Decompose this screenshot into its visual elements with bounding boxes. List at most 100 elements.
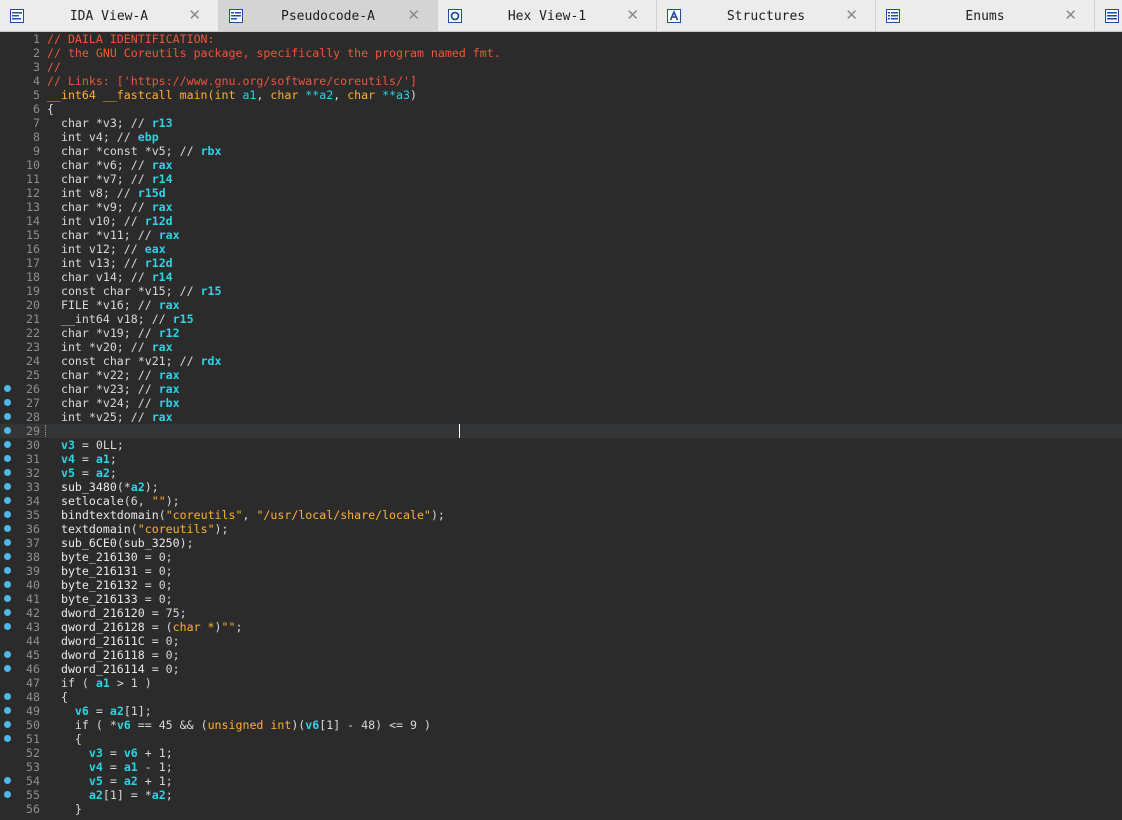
code-text[interactable]: char *v7; // r14: [47, 172, 173, 186]
code-line[interactable]: 25 char *v22; // rax: [0, 368, 1122, 382]
code-line[interactable]: 39 byte_216131 = 0;: [0, 564, 1122, 578]
code-line[interactable]: 22 char *v19; // r12: [0, 326, 1122, 340]
code-text[interactable]: v4 = a1;: [47, 452, 117, 466]
code-text[interactable]: v3 = v6 + 1;: [47, 746, 173, 760]
code-line[interactable]: 16 int v12; // eax: [0, 242, 1122, 256]
code-line[interactable]: 2 // the GNU Coreutils package, specifica…: [0, 46, 1122, 60]
code-text[interactable]: }: [47, 802, 82, 816]
code-text[interactable]: int v13; // r12d: [47, 256, 173, 270]
code-line[interactable]: 35 bindtextdomain("coreutils", "/usr/loc…: [0, 508, 1122, 522]
code-line[interactable]: 10 char *v6; // rax: [0, 158, 1122, 172]
tab-hex-view-1[interactable]: Hex View-1 ✕: [438, 0, 657, 31]
close-icon[interactable]: ✕: [1064, 7, 1077, 23]
code-text[interactable]: v3 = 0LL;: [47, 438, 124, 452]
pseudocode-editor[interactable]: 1 // DAILA IDENTIFICATION: 2 // the GNU Cor…: [0, 32, 1122, 820]
code-text[interactable]: bindtextdomain("coreutils", "/usr/local/…: [47, 508, 445, 522]
code-line[interactable]: 20 FILE *v16; // rax: [0, 298, 1122, 312]
code-text[interactable]: byte_216130 = 0;: [47, 550, 173, 564]
code-line[interactable]: 30 v3 = 0LL;: [0, 438, 1122, 452]
tab-overflow[interactable]: [1095, 0, 1122, 31]
code-line[interactable]: 36 textdomain("coreutils");: [0, 522, 1122, 536]
code-text[interactable]: v5 = a2;: [47, 466, 117, 480]
code-text[interactable]: dword_216118 = 0;: [47, 648, 180, 662]
code-line[interactable]: 27 char *v24; // rbx: [0, 396, 1122, 410]
code-text[interactable]: __int64 __fastcall main(int a1, char **a…: [47, 88, 417, 102]
code-text[interactable]: byte_216132 = 0;: [47, 578, 173, 592]
code-text[interactable]: char *v19; // r12: [47, 326, 180, 340]
code-line[interactable]: 47 if ( a1 > 1 ): [0, 676, 1122, 690]
code-text[interactable]: int *v20; // rax: [47, 340, 173, 354]
tab-ida-view-a[interactable]: IDA View-A ✕: [0, 0, 219, 31]
code-line[interactable]: 41 byte_216133 = 0;: [0, 592, 1122, 606]
code-line[interactable]: 44 dword_21611C = 0;: [0, 634, 1122, 648]
code-text[interactable]: // the GNU Coreutils package, specifical…: [47, 46, 501, 60]
code-line[interactable]: 21 __int64 v18; // r15: [0, 312, 1122, 326]
code-line[interactable]: 29: [0, 424, 1122, 438]
code-text[interactable]: dword_21611C = 0;: [47, 634, 180, 648]
code-text[interactable]: char *v9; // rax: [47, 200, 173, 214]
code-line[interactable]: 24 const char *v21; // rdx: [0, 354, 1122, 368]
code-text[interactable]: setlocale(6, "");: [47, 494, 180, 508]
code-text[interactable]: const char *v21; // rdx: [47, 354, 222, 368]
code-text[interactable]: char *const *v5; // rbx: [47, 144, 222, 158]
code-line[interactable]: 49 v6 = a2[1];: [0, 704, 1122, 718]
code-line[interactable]: 3 //: [0, 60, 1122, 74]
code-text[interactable]: // Links: ['https://www.gnu.org/software…: [47, 74, 417, 88]
code-line[interactable]: 19 const char *v15; // r15: [0, 284, 1122, 298]
code-line[interactable]: 8 int v4; // ebp: [0, 130, 1122, 144]
code-text[interactable]: char *v11; // rax: [47, 228, 180, 242]
code-line[interactable]: 42 dword_216120 = 75;: [0, 606, 1122, 620]
close-icon[interactable]: ✕: [188, 7, 201, 23]
code-line[interactable]: 37 sub_6CE0(sub_3250);: [0, 536, 1122, 550]
code-text[interactable]: textdomain("coreutils");: [47, 522, 229, 536]
code-text[interactable]: char *v23; // rax: [47, 382, 180, 396]
tab-enums[interactable]: Enums ✕: [876, 0, 1095, 31]
code-line[interactable]: 55 a2[1] = *a2;: [0, 788, 1122, 802]
code-text[interactable]: __int64 v18; // r15: [47, 312, 194, 326]
code-line[interactable]: 53 v4 = a1 - 1;: [0, 760, 1122, 774]
code-text[interactable]: v6 = a2[1];: [47, 704, 152, 718]
close-icon[interactable]: ✕: [407, 7, 420, 23]
code-line[interactable]: 31 v4 = a1;: [0, 452, 1122, 466]
code-text[interactable]: dword_216114 = 0;: [47, 662, 180, 676]
code-line[interactable]: 9 char *const *v5; // rbx: [0, 144, 1122, 158]
code-line[interactable]: 12 int v8; // r15d: [0, 186, 1122, 200]
code-line[interactable]: 40 byte_216132 = 0;: [0, 578, 1122, 592]
code-line[interactable]: 23 int *v20; // rax: [0, 340, 1122, 354]
code-text[interactable]: {: [47, 690, 68, 704]
code-text[interactable]: dword_216120 = 75;: [47, 606, 187, 620]
code-line[interactable]: 32 v5 = a2;: [0, 466, 1122, 480]
code-text[interactable]: v5 = a2 + 1;: [47, 774, 173, 788]
code-text[interactable]: char *v6; // rax: [47, 158, 173, 172]
code-line[interactable]: 11 char *v7; // r14: [0, 172, 1122, 186]
code-text[interactable]: char v14; // r14: [47, 270, 173, 284]
code-line[interactable]: 18 char v14; // r14: [0, 270, 1122, 284]
code-line[interactable]: 26 char *v23; // rax: [0, 382, 1122, 396]
code-line[interactable]: 6{: [0, 102, 1122, 116]
code-line[interactable]: 34 setlocale(6, "");: [0, 494, 1122, 508]
code-line[interactable]: 28 int *v25; // rax: [0, 410, 1122, 424]
code-line[interactable]: 4 // Links: ['https://www.gnu.org/softwar…: [0, 74, 1122, 88]
code-line[interactable]: 14 int v10; // r12d: [0, 214, 1122, 228]
code-text[interactable]: byte_216131 = 0;: [47, 564, 173, 578]
code-line[interactable]: 38 byte_216130 = 0;: [0, 550, 1122, 564]
code-text[interactable]: int v4; // ebp: [47, 130, 159, 144]
code-text[interactable]: sub_6CE0(sub_3250);: [47, 536, 194, 550]
code-text[interactable]: const char *v15; // r15: [47, 284, 222, 298]
code-line[interactable]: 43 qword_216128 = (char *)"";: [0, 620, 1122, 634]
code-text[interactable]: char *v3; // r13: [47, 116, 173, 130]
code-text[interactable]: int v12; // eax: [47, 242, 166, 256]
code-text[interactable]: if ( *v6 == 45 && (unsigned int)(v6[1] -…: [47, 718, 431, 732]
code-line[interactable]: 48 {: [0, 690, 1122, 704]
code-line[interactable]: 13 char *v9; // rax: [0, 200, 1122, 214]
code-text[interactable]: int v10; // r12d: [47, 214, 173, 228]
code-line[interactable]: 7 char *v3; // r13: [0, 116, 1122, 130]
tab-pseudocode-a[interactable]: Pseudocode-A ✕: [219, 0, 438, 31]
code-line[interactable]: 54 v5 = a2 + 1;: [0, 774, 1122, 788]
code-line[interactable]: 52 v3 = v6 + 1;: [0, 746, 1122, 760]
code-text[interactable]: //: [47, 60, 61, 74]
code-text[interactable]: sub_3480(*a2);: [47, 480, 159, 494]
code-line[interactable]: 15 char *v11; // rax: [0, 228, 1122, 242]
close-icon[interactable]: ✕: [626, 7, 639, 23]
code-text[interactable]: {: [47, 732, 82, 746]
